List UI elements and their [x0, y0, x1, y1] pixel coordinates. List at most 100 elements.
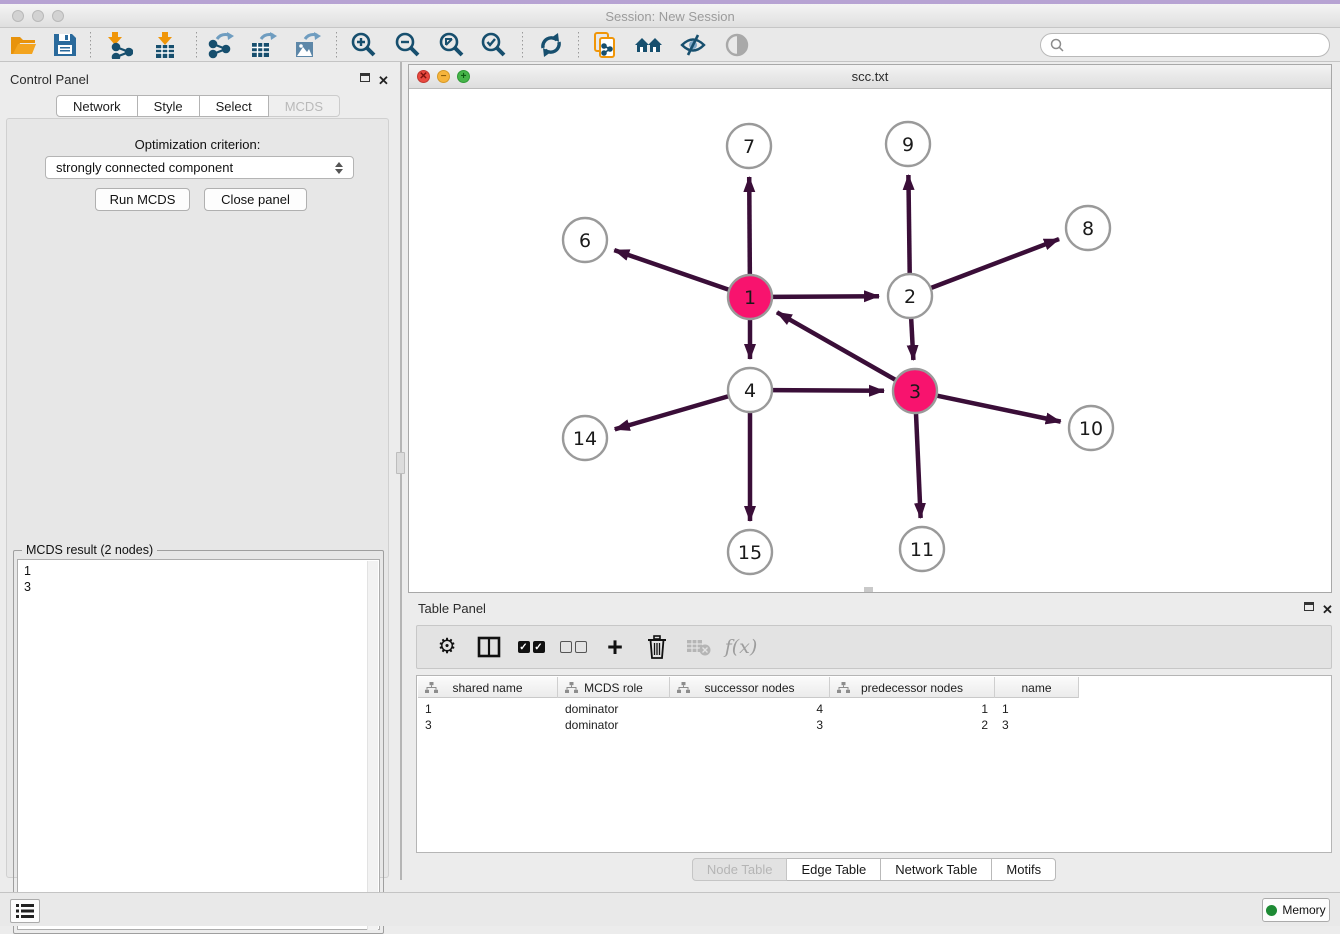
table-cell[interactable]: 4 [670, 701, 830, 717]
split-columns-icon[interactable] [475, 633, 503, 661]
canvas-scroll-thumb[interactable] [864, 587, 873, 592]
table-cell[interactable]: 1 [995, 701, 1079, 717]
edge-3-11[interactable] [916, 413, 921, 518]
memory-button[interactable]: Memory [1262, 898, 1330, 922]
table-cell[interactable]: 1 [830, 701, 995, 717]
column-header-predecessor-nodes[interactable]: predecessor nodes [830, 677, 995, 698]
node-label: 1 [744, 287, 756, 309]
graph-node-15[interactable]: 15 [728, 530, 772, 574]
search-box[interactable] [1040, 33, 1330, 57]
control-panel-title: Control Panel [10, 72, 89, 87]
graph-node-7[interactable]: 7 [727, 124, 771, 168]
node-label: 2 [904, 286, 916, 308]
float-panel-icon[interactable] [360, 73, 370, 82]
tab-mcds[interactable]: MCDS [269, 95, 340, 117]
tab-edge-table[interactable]: Edge Table [787, 858, 881, 881]
network-canvas[interactable]: 7 9 6 8 1 2 4 3 14 10 15 11 [409, 89, 1331, 592]
graph-node-4[interactable]: 4 [728, 368, 772, 412]
edge-2-3[interactable] [911, 318, 913, 360]
zoom-out-icon[interactable] [392, 31, 422, 59]
table-row[interactable]: 3dominator323 [418, 717, 1330, 733]
graph-node-3[interactable]: 3 [893, 369, 937, 413]
close-panel-button[interactable]: Close panel [204, 188, 307, 211]
float-table-panel-icon[interactable] [1304, 602, 1314, 611]
eye-slash-icon[interactable] [678, 31, 708, 59]
panel-splitter-handle[interactable] [396, 452, 405, 474]
table-settings-icon[interactable]: ⚙ [433, 633, 461, 661]
run-mcds-button[interactable]: Run MCDS [95, 188, 190, 211]
toolbar-separator [90, 32, 91, 58]
edge-2-9[interactable] [908, 175, 909, 274]
table-cell[interactable]: 3 [418, 717, 558, 733]
clone-network-icon[interactable] [590, 31, 620, 59]
edge-3-1[interactable] [777, 312, 896, 380]
graph-node-6[interactable]: 6 [563, 218, 607, 262]
close-panel-icon[interactable]: ✕ [378, 72, 389, 90]
graph-node-1[interactable]: 1 [728, 275, 772, 319]
column-header-label: MCDS role [558, 681, 669, 695]
network-graph[interactable]: 7 9 6 8 1 2 4 3 14 10 15 11 [409, 89, 1331, 592]
zoom-selected-icon[interactable] [478, 31, 508, 59]
task-history-button[interactable] [10, 899, 40, 923]
export-table-icon[interactable] [248, 31, 278, 59]
tab-motifs[interactable]: Motifs [992, 858, 1056, 881]
delete-column-icon[interactable] [643, 633, 671, 661]
network-window-titlebar[interactable]: ✕ − + scc.txt [409, 65, 1331, 89]
tab-select[interactable]: Select [200, 95, 269, 117]
column-header-label: predecessor nodes [830, 681, 994, 695]
network-window-title: scc.txt [409, 69, 1331, 84]
edge-4-3[interactable] [772, 390, 884, 391]
table-cell[interactable]: 1 [418, 701, 558, 717]
table-cell[interactable]: 3 [670, 717, 830, 733]
search-input[interactable] [1065, 35, 1329, 55]
tab-network-table[interactable]: Network Table [881, 858, 992, 881]
table-cell[interactable]: dominator [558, 701, 670, 717]
table-toolbar: ⚙ ✓✓ + f(x) [416, 625, 1332, 669]
edge-1-7[interactable] [749, 177, 750, 275]
column-header-label: name [995, 681, 1078, 695]
table-cell[interactable]: dominator [558, 717, 670, 733]
result-scrollbar[interactable] [367, 561, 378, 930]
tab-node-table[interactable]: Node Table [692, 858, 788, 881]
add-column-icon[interactable]: + [601, 633, 629, 661]
graph-node-8[interactable]: 8 [1066, 206, 1110, 250]
toolbar-separator [578, 32, 579, 58]
table-cell[interactable]: 2 [830, 717, 995, 733]
houses-icon[interactable] [634, 31, 664, 59]
toolbar-separator [336, 32, 337, 58]
table-row[interactable]: 1dominator411 [418, 701, 1330, 717]
export-image-icon[interactable] [292, 31, 322, 59]
edge-4-14[interactable] [615, 396, 729, 429]
graph-node-14[interactable]: 14 [563, 416, 607, 460]
graph-node-10[interactable]: 10 [1069, 406, 1113, 450]
edge-3-10[interactable] [937, 396, 1061, 422]
edge-2-8[interactable] [931, 239, 1059, 288]
node-label: 4 [744, 380, 756, 402]
export-network-icon[interactable] [206, 31, 236, 59]
save-session-icon[interactable] [50, 31, 80, 59]
deselect-all-columns-icon[interactable] [559, 633, 587, 661]
tab-network[interactable]: Network [56, 95, 138, 117]
column-header-shared-name[interactable]: shared name [418, 677, 558, 698]
edge-1-2[interactable] [772, 296, 879, 297]
column-header-MCDS-role[interactable]: MCDS role [558, 677, 670, 698]
mcds-result-textarea[interactable]: 1 3 [17, 559, 380, 930]
zoom-in-icon[interactable] [348, 31, 378, 59]
graph-node-11[interactable]: 11 [900, 527, 944, 571]
column-header-name[interactable]: name [995, 677, 1079, 698]
graph-node-9[interactable]: 9 [886, 122, 930, 166]
graph-node-2[interactable]: 2 [888, 274, 932, 318]
refresh-layout-icon[interactable] [536, 31, 566, 59]
tab-style[interactable]: Style [138, 95, 200, 117]
close-table-panel-icon[interactable]: ✕ [1322, 601, 1333, 619]
table-cell[interactable]: 3 [995, 717, 1079, 733]
zoom-fit-icon[interactable] [436, 31, 466, 59]
select-all-columns-icon[interactable]: ✓✓ [517, 633, 545, 661]
column-header-successor-nodes[interactable]: successor nodes [670, 677, 830, 698]
import-network-icon[interactable] [104, 31, 134, 59]
import-table-icon[interactable] [150, 31, 180, 59]
edge-1-6[interactable] [614, 250, 729, 290]
optimization-criterion-select[interactable]: strongly connected component [45, 156, 354, 179]
table-header-row: shared nameMCDS rolesuccessor nodesprede… [418, 677, 1079, 698]
open-session-icon[interactable] [8, 31, 38, 59]
